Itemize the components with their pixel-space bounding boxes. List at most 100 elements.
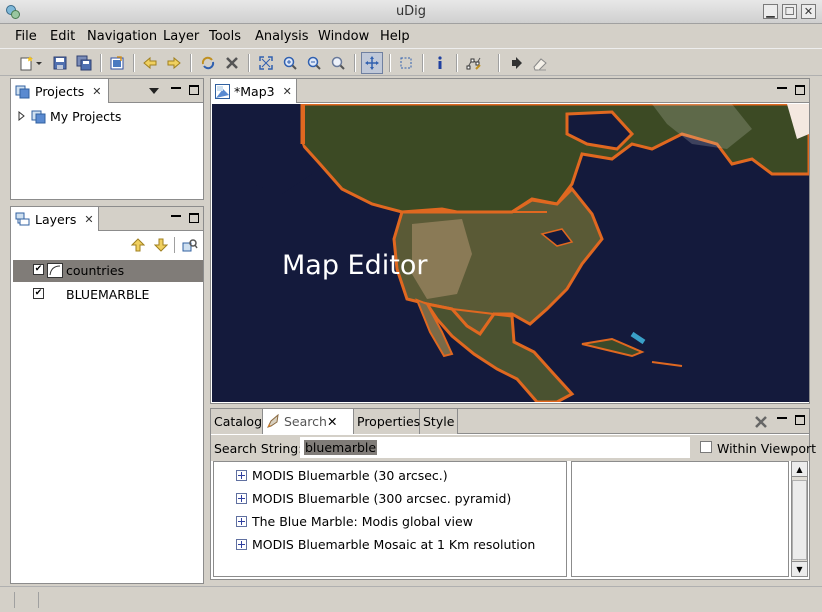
tab-label: Style bbox=[423, 414, 455, 429]
tab-search[interactable]: Search ✕ bbox=[263, 409, 354, 434]
minimize-view-button[interactable] bbox=[777, 413, 787, 419]
tab-style[interactable]: Style bbox=[420, 409, 458, 434]
rocket-icon bbox=[267, 414, 279, 428]
result-label: MODIS Bluemarble (300 arcsec. pyramid) bbox=[252, 491, 512, 506]
layer-row-bluemarble[interactable]: ✔ BLUEMARBLE bbox=[13, 284, 203, 306]
search-result-item[interactable]: The Blue Marble: Modis global view bbox=[236, 514, 473, 529]
layers-tab-label: Layers bbox=[35, 211, 77, 227]
save-button[interactable] bbox=[50, 53, 70, 73]
eraser-button[interactable] bbox=[530, 53, 550, 73]
expand-plus-icon[interactable] bbox=[236, 539, 247, 550]
tab-properties[interactable]: Properties bbox=[354, 409, 420, 434]
map-editor-label: Map Editor bbox=[282, 250, 428, 281]
refresh-button[interactable] bbox=[198, 53, 218, 73]
close-window-button[interactable]: ✕ bbox=[801, 4, 816, 19]
projects-view-tabbar: Projects ✕ bbox=[11, 79, 203, 103]
layer-row-countries[interactable]: ✔ countries bbox=[13, 260, 203, 282]
zoom-tool-button[interactable] bbox=[328, 53, 348, 73]
maximize-view-button[interactable] bbox=[795, 415, 805, 425]
menu-file[interactable]: File bbox=[15, 29, 37, 44]
menu-analysis[interactable]: Analysis bbox=[255, 29, 309, 44]
arrow-left-icon bbox=[143, 56, 157, 70]
move-layer-down-icon[interactable] bbox=[154, 238, 168, 252]
scroll-down-icon[interactable]: ▼ bbox=[792, 561, 807, 576]
close-icon[interactable]: ✕ bbox=[92, 85, 101, 98]
info-icon bbox=[438, 56, 442, 69]
status-separator bbox=[14, 592, 15, 608]
close-icon[interactable]: ✕ bbox=[327, 414, 337, 429]
bottom-panel-tabbar: Catalog Search ✕ Properties Style bbox=[211, 409, 809, 434]
zoom-extent-icon bbox=[259, 56, 273, 70]
search-result-item[interactable]: MODIS Bluemarble (30 arcsec.) bbox=[236, 468, 448, 483]
layer-visibility-checkbox[interactable]: ✔ bbox=[33, 288, 44, 299]
expand-plus-icon[interactable] bbox=[236, 470, 247, 481]
search-input[interactable]: bluemarble bbox=[300, 437, 690, 458]
tab-catalog[interactable]: Catalog bbox=[211, 409, 263, 434]
tree-item-my-projects[interactable]: My Projects bbox=[17, 108, 121, 124]
new-wizard-button[interactable] bbox=[18, 53, 44, 73]
move-layer-up-icon[interactable] bbox=[131, 238, 145, 252]
zoom-out-button[interactable] bbox=[304, 53, 324, 73]
tab-projects[interactable]: Projects ✕ bbox=[11, 79, 109, 103]
back-button[interactable] bbox=[140, 53, 160, 73]
menu-navigation[interactable]: Navigation bbox=[87, 29, 157, 44]
tab-layers[interactable]: Layers ✕ bbox=[11, 207, 99, 231]
zoom-extent-button[interactable] bbox=[256, 53, 276, 73]
menu-tools[interactable]: Tools bbox=[209, 29, 241, 44]
maximize-view-button[interactable] bbox=[189, 213, 199, 223]
status-bar bbox=[0, 586, 822, 612]
close-icon[interactable]: ✕ bbox=[84, 213, 93, 226]
search-result-item[interactable]: MODIS Bluemarble (300 arcsec. pyramid) bbox=[236, 491, 511, 506]
search-input-value: bluemarble bbox=[304, 440, 378, 455]
menu-window[interactable]: Window bbox=[318, 29, 369, 44]
scrollbar-thumb[interactable] bbox=[792, 480, 807, 560]
minimize-window-button[interactable]: ▁ bbox=[763, 4, 778, 19]
search-view: Catalog Search ✕ Properties Style Search… bbox=[210, 408, 816, 580]
stop-button[interactable] bbox=[222, 53, 242, 73]
projects-folder-icon bbox=[31, 110, 46, 124]
status-separator bbox=[38, 592, 39, 608]
polygon-layer-icon bbox=[47, 263, 63, 278]
search-result-item[interactable]: MODIS Bluemarble Mosaic at 1 Km resoluti… bbox=[236, 537, 535, 552]
play-icon bbox=[512, 57, 522, 69]
run-button[interactable] bbox=[506, 53, 526, 73]
within-viewport-checkbox[interactable] bbox=[700, 441, 712, 453]
minimize-view-button[interactable] bbox=[171, 83, 181, 89]
view-menu-icon[interactable] bbox=[149, 87, 159, 95]
zoom-in-button[interactable] bbox=[280, 53, 300, 73]
info-tool-button[interactable] bbox=[430, 53, 450, 73]
save-all-button[interactable] bbox=[74, 53, 94, 73]
save-icon bbox=[53, 56, 67, 70]
stop-search-icon[interactable] bbox=[753, 414, 769, 430]
selection-tool-button[interactable] bbox=[396, 53, 416, 73]
edit-geometry-button[interactable] bbox=[464, 53, 484, 73]
expand-plus-icon[interactable] bbox=[236, 493, 247, 504]
menu-help[interactable]: Help bbox=[380, 29, 410, 44]
menu-bar: File Edit Navigation Layer Tools Analysi… bbox=[0, 25, 822, 47]
maximize-view-button[interactable] bbox=[795, 85, 805, 95]
search-results-list: MODIS Bluemarble (30 arcsec.) MODIS Blue… bbox=[213, 461, 567, 577]
maximize-view-button[interactable] bbox=[189, 85, 199, 95]
expand-plus-icon[interactable] bbox=[236, 516, 247, 527]
toolbar-separator bbox=[100, 54, 102, 72]
expand-arrow-icon[interactable] bbox=[17, 111, 27, 121]
scroll-up-icon[interactable]: ▲ bbox=[792, 462, 807, 477]
maximize-window-button[interactable]: ☐ bbox=[782, 4, 797, 19]
tab-label: Properties bbox=[357, 414, 421, 429]
toolbar-separator bbox=[456, 54, 458, 72]
menu-layer[interactable]: Layer bbox=[163, 29, 199, 44]
layer-visibility-checkbox[interactable]: ✔ bbox=[33, 264, 44, 275]
layer-properties-icon[interactable] bbox=[182, 238, 198, 253]
details-scrollbar[interactable]: ▲ ▼ bbox=[791, 461, 808, 577]
pan-tool-button[interactable] bbox=[361, 52, 383, 74]
menu-edit[interactable]: Edit bbox=[50, 29, 75, 44]
title-bar: uDig ▁ ☐ ✕ bbox=[0, 0, 822, 24]
close-icon[interactable]: ✕ bbox=[283, 85, 292, 98]
open-map-button[interactable] bbox=[107, 53, 127, 73]
projects-tab-label: Projects bbox=[35, 83, 85, 99]
minimize-view-button[interactable] bbox=[171, 211, 181, 217]
forward-button[interactable] bbox=[164, 53, 184, 73]
minimize-view-button[interactable] bbox=[777, 83, 787, 89]
search-string-label: Search String: bbox=[214, 441, 303, 456]
tab-map3[interactable]: *Map3 ✕ bbox=[211, 79, 297, 103]
